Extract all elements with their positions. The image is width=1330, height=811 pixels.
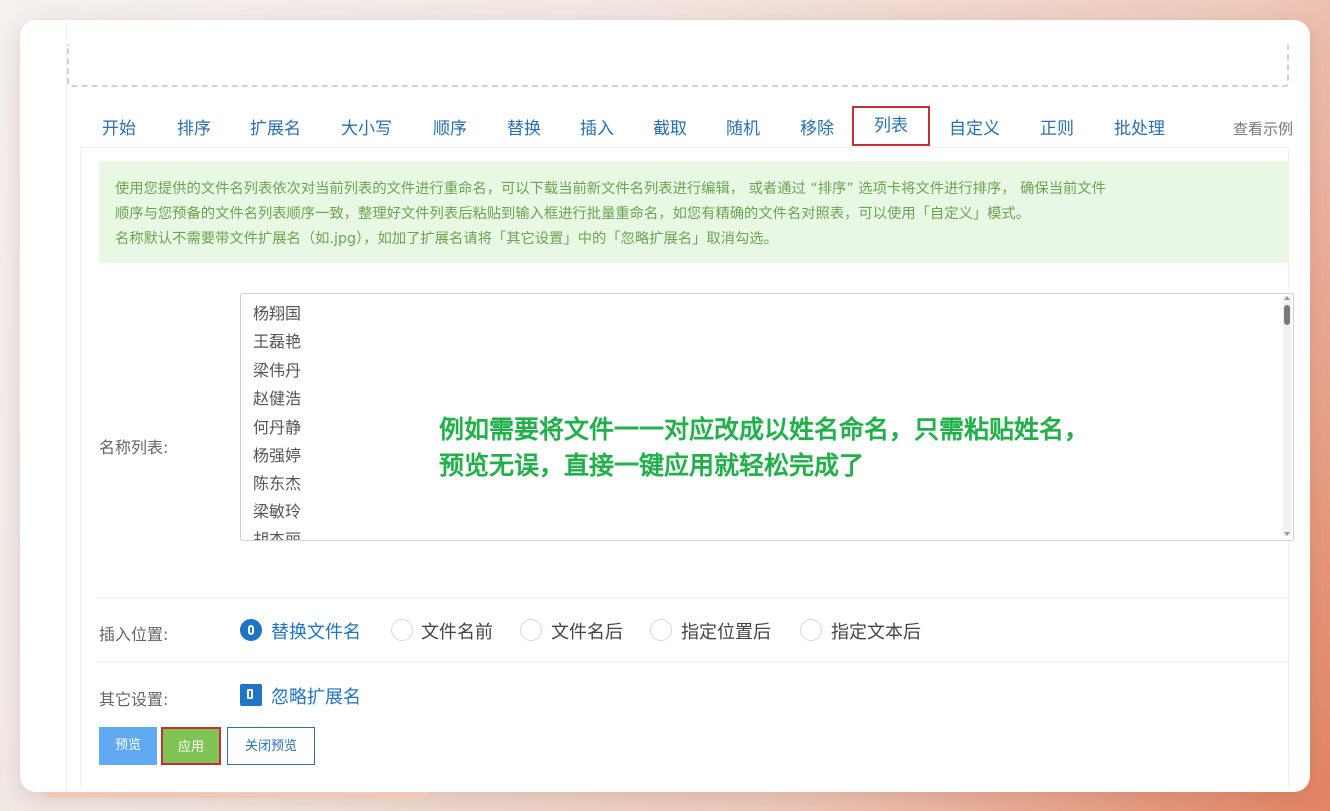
tab-bar: 开始 排序 扩展名 大小写 顺序 替换 插入 截取 随机 移除 列表 自定义 正…: [67, 106, 1305, 146]
action-buttons: 预览 应用 关闭预览: [99, 727, 339, 767]
tab-sequence[interactable]: 顺序: [433, 112, 467, 146]
name-line: 何丹静: [253, 418, 302, 437]
view-example-link[interactable]: 查看示例: [1233, 112, 1293, 146]
option-label[interactable]: 文件名后: [551, 618, 623, 644]
radio-after-filename[interactable]: [520, 619, 542, 641]
tab-extension[interactable]: 扩展名: [250, 112, 301, 146]
scroll-up-arrow-icon[interactable]: [1284, 296, 1290, 300]
name-line: 陈东杰: [253, 474, 302, 493]
option-label[interactable]: 指定文本后: [831, 618, 921, 644]
insert-position-group: 替换文件名 文件名前 文件名后 指定位置后 指定文本后: [240, 619, 980, 643]
tab-remove[interactable]: 移除: [800, 112, 834, 146]
insert-position-label: 插入位置:: [99, 625, 169, 644]
tab-trim[interactable]: 截取: [653, 112, 687, 146]
name-line: 杨强婷: [253, 446, 302, 465]
annotation-line-1: 例如需要将文件一一对应改成以姓名命名，只需粘贴姓名，: [439, 415, 1090, 444]
name-line: 王磊艳: [253, 332, 302, 351]
tab-start[interactable]: 开始: [102, 112, 136, 146]
notice-line-3: 名称默认不需要带文件扩展名（如.jpg），如加了扩展名请将「其它设置」中的「忽略…: [115, 231, 778, 247]
radio-before-filename[interactable]: [391, 619, 413, 641]
app-card: 开始 排序 扩展名 大小写 顺序 替换 插入 截取 随机 移除 列表 自定义 正…: [20, 20, 1310, 792]
ignore-extension-label[interactable]: 忽略扩展名: [271, 683, 361, 709]
name-line: 赵健浩: [253, 389, 302, 408]
name-list-label: 名称列表:: [99, 438, 169, 457]
textarea-scrollbar[interactable]: [1283, 296, 1291, 536]
tab-replace[interactable]: 替换: [507, 112, 541, 146]
apply-button[interactable]: 应用: [161, 727, 221, 765]
list-tab-content: 使用您提供的文件名列表依次对当前列表的文件进行重命名，可以下载当前新文件名列表进…: [80, 147, 1294, 788]
name-line: 梁敏玲: [253, 502, 302, 521]
other-settings-label: 其它设置:: [99, 690, 169, 709]
annotation-line-2: 预览无误，直接一键应用就轻松完成了: [439, 451, 865, 480]
option-label[interactable]: 文件名前: [421, 618, 493, 644]
notice-line-2: 顺序与您预备的文件名列表顺序一致，整理好文件列表后粘贴到输入框进行批量重命名，如…: [115, 206, 1030, 222]
notice-line-1: 使用您提供的文件名列表依次对当前列表的文件进行重命名，可以下载当前新文件名列表进…: [115, 181, 1106, 197]
tab-insert[interactable]: 插入: [580, 112, 614, 146]
file-drop-zone[interactable]: [67, 44, 1289, 87]
tab-list[interactable]: 列表: [852, 106, 930, 146]
preview-button[interactable]: 预览: [99, 727, 157, 765]
info-notice: 使用您提供的文件名列表依次对当前列表的文件进行重命名，可以下载当前新文件名列表进…: [99, 161, 1289, 263]
radio-replace-filename[interactable]: [240, 619, 262, 641]
option-label[interactable]: 指定位置后: [681, 618, 771, 644]
tab-batch[interactable]: 批处理: [1114, 112, 1165, 146]
tab-custom[interactable]: 自定义: [949, 112, 1000, 146]
card-bottom-strip: [45, 792, 430, 798]
scroll-thumb[interactable]: [1284, 305, 1290, 325]
divider: [99, 661, 1289, 662]
tab-random[interactable]: 随机: [726, 112, 760, 146]
tab-sort[interactable]: 排序: [177, 112, 211, 146]
radio-after-text[interactable]: [800, 619, 822, 641]
scroll-down-arrow-icon[interactable]: [1284, 532, 1290, 536]
name-line: 胡杰丽: [253, 530, 302, 541]
name-line: 梁伟丹: [253, 361, 302, 380]
option-label[interactable]: 替换文件名: [271, 618, 361, 644]
main-panel: 开始 排序 扩展名 大小写 顺序 替换 插入 截取 随机 移除 列表 自定义 正…: [66, 20, 1305, 792]
radio-after-position[interactable]: [650, 619, 672, 641]
close-preview-button[interactable]: 关闭预览: [227, 727, 315, 765]
tab-regex[interactable]: 正则: [1040, 112, 1074, 146]
divider: [99, 597, 1289, 598]
ignore-extension-checkbox[interactable]: [240, 684, 262, 706]
tab-case[interactable]: 大小写: [341, 112, 392, 146]
name-line: 杨翔国: [253, 304, 302, 323]
